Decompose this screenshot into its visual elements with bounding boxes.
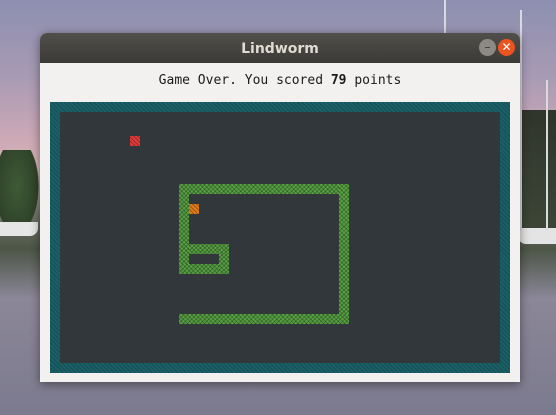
status-prefix: Game Over. You scored bbox=[158, 73, 331, 88]
window-title: Lindworm bbox=[241, 41, 319, 57]
snake-segment bbox=[189, 244, 229, 254]
background-boat-left bbox=[0, 222, 38, 236]
food-pellet bbox=[130, 136, 140, 146]
snake-segment bbox=[179, 184, 189, 274]
close-icon: ✕ bbox=[501, 40, 512, 54]
background-boat-right bbox=[518, 228, 556, 244]
background-buildings-right bbox=[516, 110, 556, 230]
background-mast bbox=[520, 10, 522, 230]
game-window: Lindworm – ✕ Game Over. You scored 79 po… bbox=[40, 33, 520, 382]
game-board bbox=[50, 102, 510, 373]
snake-segment bbox=[179, 314, 349, 324]
title-bar[interactable]: Lindworm – ✕ bbox=[40, 33, 520, 63]
snake-head bbox=[189, 204, 199, 214]
snake-segment bbox=[179, 184, 349, 194]
minimize-button[interactable]: – bbox=[479, 39, 496, 56]
minimize-icon: – bbox=[484, 40, 491, 54]
score-value: 79 bbox=[330, 73, 347, 88]
snake-segment bbox=[339, 184, 349, 324]
background-mast bbox=[546, 80, 548, 230]
status-message: Game Over. You scored 79 points bbox=[40, 63, 520, 100]
status-suffix: points bbox=[346, 73, 402, 88]
play-field bbox=[60, 112, 500, 363]
close-button[interactable]: ✕ bbox=[498, 39, 515, 56]
